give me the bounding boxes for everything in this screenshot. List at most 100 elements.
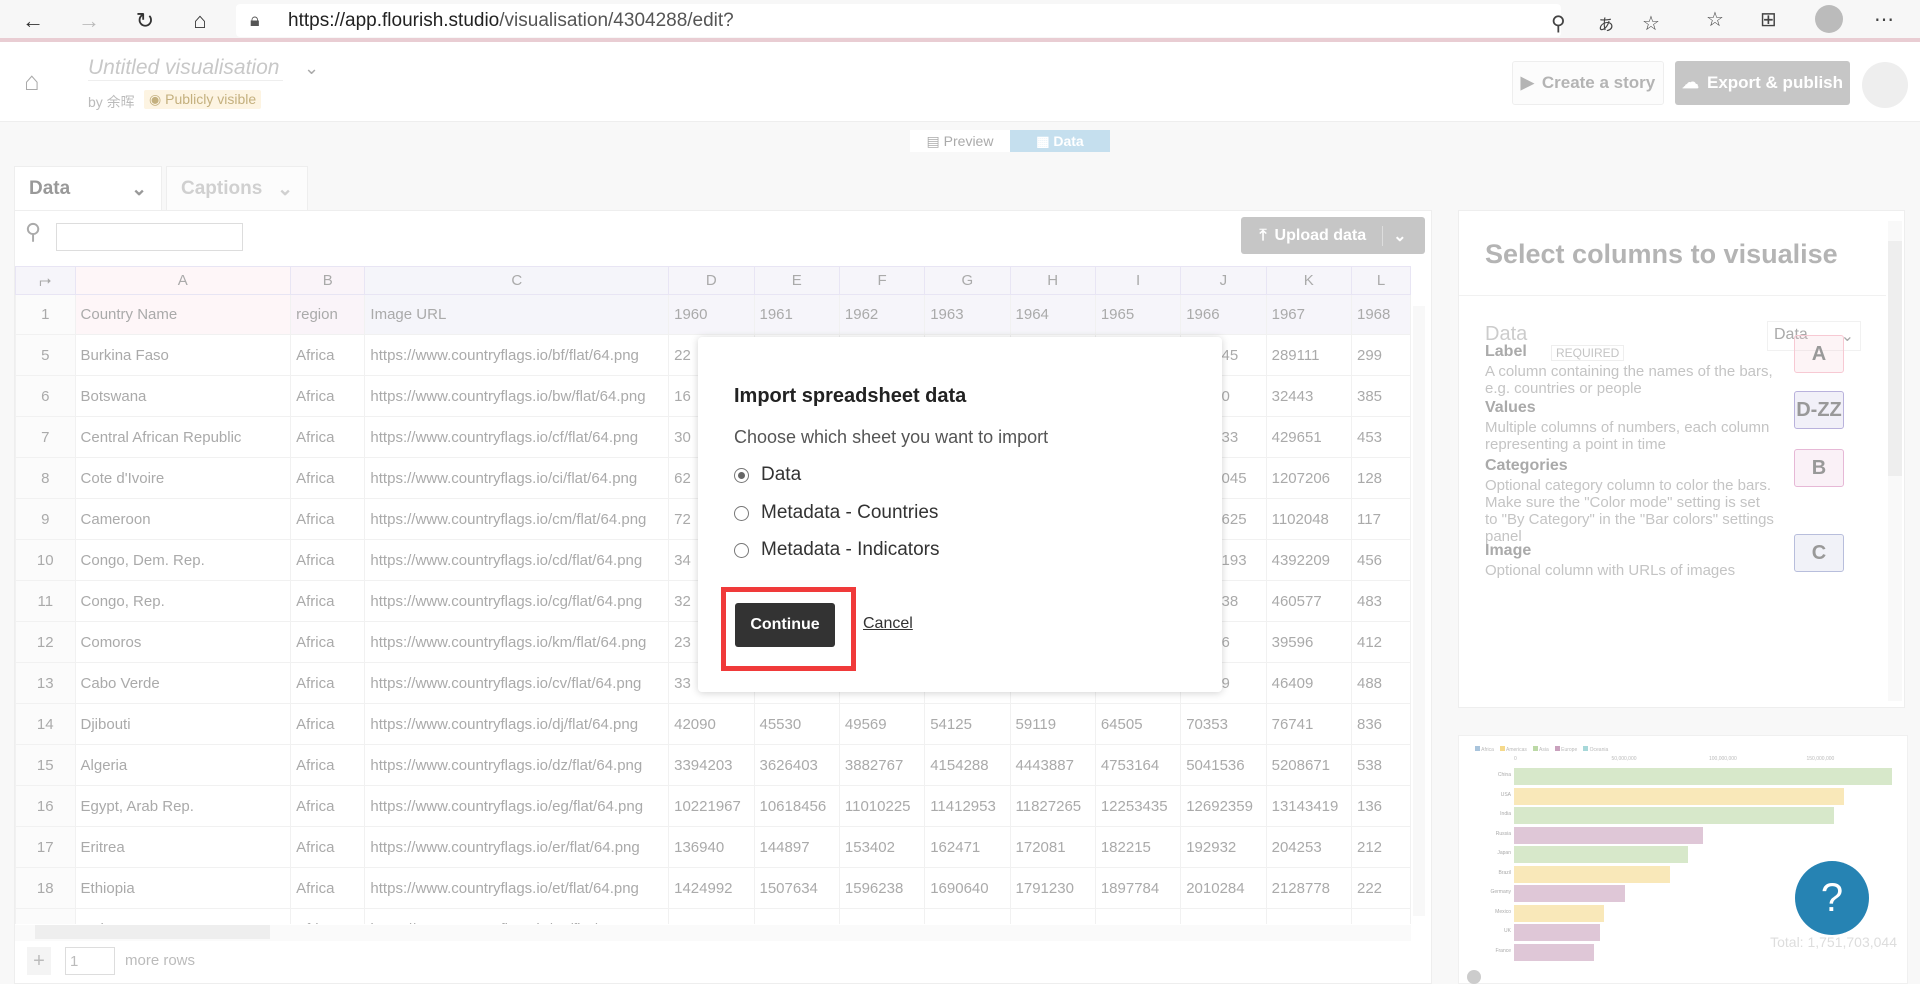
column-letter[interactable]: D bbox=[668, 266, 755, 295]
table-cell[interactable]: 136 bbox=[1351, 785, 1411, 827]
translate-icon[interactable]: あ bbox=[1598, 11, 1614, 35]
table-cell[interactable] bbox=[668, 908, 755, 924]
cancel-link[interactable]: Cancel bbox=[863, 615, 913, 633]
table-cell[interactable]: Cabo Verde bbox=[74, 662, 292, 704]
table-cell[interactable]: https://www.countryflags.io/ci/flat/64.p… bbox=[364, 457, 670, 499]
table-cell[interactable]: Egypt, Arab Rep. bbox=[74, 785, 292, 827]
header-cell[interactable]: 1968 bbox=[1351, 294, 1411, 335]
table-cell[interactable]: Burkina Faso bbox=[74, 334, 292, 376]
radio-icon[interactable] bbox=[734, 542, 749, 558]
table-cell[interactable]: 488 bbox=[1351, 662, 1411, 704]
column-letter[interactable]: A bbox=[74, 266, 292, 295]
table-cell[interactable]: Central African Republic bbox=[74, 416, 292, 458]
row-number[interactable]: 7 bbox=[15, 416, 76, 458]
vertical-scrollbar[interactable] bbox=[1413, 306, 1425, 916]
table-cell[interactable]: 182215 bbox=[1094, 826, 1182, 868]
column-letter[interactable]: B bbox=[290, 266, 366, 295]
export-publish-button[interactable]: ☁ Export & publish bbox=[1675, 61, 1850, 105]
table-cell[interactable]: 136940 bbox=[668, 826, 755, 868]
table-cell[interactable]: 289111 bbox=[1265, 334, 1353, 376]
key-icon[interactable]: ⚲ bbox=[1551, 11, 1566, 36]
table-cell[interactable]: 54125 bbox=[924, 703, 1011, 745]
table-cell[interactable] bbox=[1180, 908, 1267, 924]
table-cell[interactable]: 59119 bbox=[1009, 703, 1096, 745]
table-cell[interactable]: https://www.countryflags.io/er/flat/64.p… bbox=[364, 826, 670, 868]
table-cell[interactable]: Africa bbox=[290, 785, 366, 827]
row-number[interactable]: 8 bbox=[15, 457, 76, 499]
table-cell[interactable]: Djibouti bbox=[74, 703, 292, 745]
table-cell[interactable]: 11010225 bbox=[838, 785, 926, 827]
table-cell[interactable]: 3882767 bbox=[838, 744, 926, 786]
table-cell[interactable]: 2010284 bbox=[1180, 867, 1267, 909]
row-number[interactable]: 5 bbox=[15, 334, 76, 376]
help-button[interactable]: ? bbox=[1795, 861, 1869, 935]
table-cell[interactable]: Cote d'Ivoire bbox=[74, 457, 292, 499]
row-number[interactable]: 6 bbox=[15, 375, 76, 417]
table-cell[interactable]: Africa bbox=[290, 826, 366, 868]
table-cell[interactable]: 204253 bbox=[1265, 826, 1353, 868]
row-number[interactable]: 12 bbox=[15, 621, 76, 663]
table-cell[interactable]: 3626403 bbox=[753, 744, 840, 786]
table-cell[interactable]: 12692359 bbox=[1180, 785, 1267, 827]
header-cell[interactable]: 1966 bbox=[1180, 294, 1267, 335]
table-cell[interactable]: 144897 bbox=[753, 826, 840, 868]
table-cell[interactable]: Botswana bbox=[74, 375, 292, 417]
header-cell[interactable]: 1964 bbox=[1009, 294, 1096, 335]
avatar[interactable] bbox=[1862, 62, 1908, 108]
collections-icon[interactable]: ⊞ bbox=[1760, 7, 1777, 32]
table-cell[interactable]: 1596238 bbox=[838, 867, 926, 909]
table-cell[interactable]: https://www.countryflags.io/dj/flat/64.p… bbox=[364, 703, 670, 745]
table-cell[interactable]: https://www.countryflags.io/cg/flat/64.p… bbox=[364, 580, 670, 622]
table-cell[interactable]: Algeria bbox=[74, 744, 292, 786]
table-cell[interactable]: 538 bbox=[1351, 744, 1411, 786]
table-cell[interactable]: Africa bbox=[290, 744, 366, 786]
table-cell[interactable]: Africa bbox=[290, 621, 366, 663]
column-letter[interactable]: J bbox=[1180, 266, 1267, 295]
table-cell[interactable] bbox=[753, 908, 840, 924]
header-cell[interactable]: 1963 bbox=[924, 294, 1011, 335]
table-cell[interactable]: 1507634 bbox=[753, 867, 840, 909]
table-cell[interactable] bbox=[1009, 908, 1096, 924]
table-cell[interactable]: 456 bbox=[1351, 539, 1411, 581]
table-cell[interactable]: 4443887 bbox=[1009, 744, 1096, 786]
refresh-icon[interactable]: ↻ bbox=[130, 6, 160, 36]
upload-data-button[interactable]: ⤒ Upload data ⌄ bbox=[1241, 217, 1425, 254]
table-cell[interactable] bbox=[1094, 908, 1182, 924]
table-cell[interactable]: https://www.countryflags.io/cf/flat/64.p… bbox=[364, 416, 670, 458]
table-cell[interactable]: 46409 bbox=[1265, 662, 1353, 704]
row-number[interactable]: 9 bbox=[15, 498, 76, 540]
table-cell[interactable]: Africa bbox=[290, 457, 366, 499]
table-cell[interactable]: 5041536 bbox=[1180, 744, 1267, 786]
row-number[interactable]: 15 bbox=[15, 744, 76, 786]
table-cell[interactable]: https://www.countryflags.io/ga/flat/64.p… bbox=[364, 908, 670, 924]
profile-icon[interactable] bbox=[1815, 5, 1843, 33]
column-letter[interactable]: I bbox=[1094, 266, 1182, 295]
header-cell[interactable]: 1965 bbox=[1094, 294, 1182, 335]
table-cell[interactable]: 11827265 bbox=[1009, 785, 1096, 827]
header-cell[interactable]: 1960 bbox=[668, 294, 755, 335]
table-cell[interactable]: 3394203 bbox=[668, 744, 755, 786]
table-cell[interactable]: Africa bbox=[290, 703, 366, 745]
table-cell[interactable]: 5208671 bbox=[1265, 744, 1353, 786]
table-cell[interactable]: 10221967 bbox=[668, 785, 755, 827]
column-letter[interactable]: E bbox=[753, 266, 840, 295]
column-letter[interactable]: F bbox=[838, 266, 926, 295]
table-cell[interactable]: Congo, Rep. bbox=[74, 580, 292, 622]
column-slot-label[interactable]: A bbox=[1794, 335, 1844, 373]
table-cell[interactable]: 39596 bbox=[1265, 621, 1353, 663]
table-cell[interactable]: 1791230 bbox=[1009, 867, 1096, 909]
table-cell[interactable]: 1690640 bbox=[924, 867, 1011, 909]
table-cell[interactable]: 483 bbox=[1351, 580, 1411, 622]
radio-data[interactable]: Data bbox=[734, 464, 801, 486]
table-cell[interactable]: 117 bbox=[1351, 498, 1411, 540]
table-cell[interactable]: 453 bbox=[1351, 416, 1411, 458]
table-cell[interactable]: Gabon bbox=[74, 908, 292, 924]
table-cell[interactable]: Africa bbox=[290, 416, 366, 458]
table-cell[interactable]: 13143419 bbox=[1265, 785, 1353, 827]
table-cell[interactable]: 49569 bbox=[838, 703, 926, 745]
table-cell[interactable]: Ethiopia bbox=[74, 867, 292, 909]
table-cell[interactable]: 10618456 bbox=[753, 785, 840, 827]
home-icon[interactable]: ⌂ bbox=[185, 6, 215, 36]
table-cell[interactable]: Africa bbox=[290, 498, 366, 540]
back-icon[interactable]: ← bbox=[18, 6, 48, 36]
